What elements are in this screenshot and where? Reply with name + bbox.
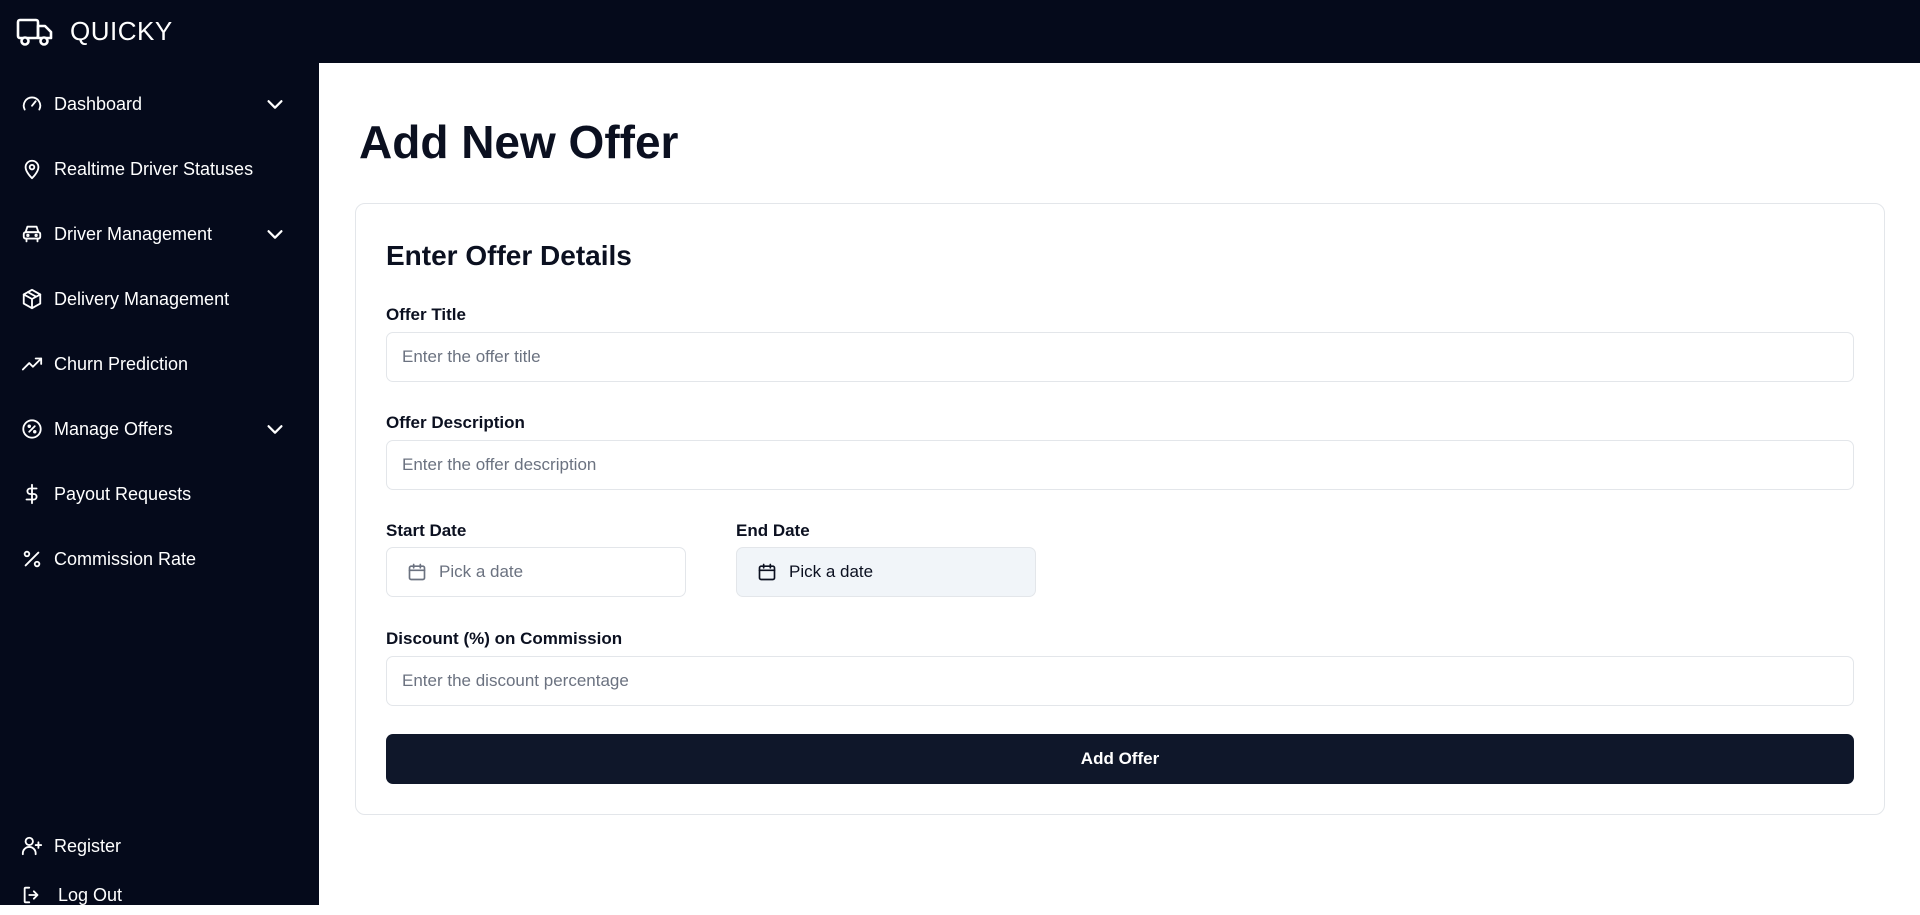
sidebar-item-driver-management[interactable]: Driver Management xyxy=(20,214,286,254)
sidebar-item-label: Delivery Management xyxy=(54,288,230,309)
start-date-label: Start Date xyxy=(386,521,467,540)
trending-icon xyxy=(20,352,44,376)
offer-title-label: Offer Title xyxy=(386,305,466,324)
card-title: Enter Offer Details xyxy=(386,240,632,271)
end-date-label: End Date xyxy=(736,521,810,540)
offer-title-input[interactable] xyxy=(386,332,1854,382)
offer-description-input[interactable] xyxy=(386,440,1854,490)
sidebar-item-label: Churn Prediction xyxy=(54,353,189,374)
truck-icon xyxy=(16,17,54,47)
start-date-text: Pick a date xyxy=(439,562,524,581)
end-date-picker[interactable]: Pick a date xyxy=(736,547,1036,597)
calendar-icon xyxy=(407,562,427,582)
sidebar-item-label: Payout Requests xyxy=(54,483,192,504)
start-date-picker[interactable]: Pick a date xyxy=(386,547,686,597)
percent-icon xyxy=(20,547,44,571)
sidebar-item-label: Register xyxy=(54,835,122,856)
chevron-down-icon[interactable] xyxy=(264,418,286,440)
log-out-icon xyxy=(20,883,44,907)
calendar-icon xyxy=(757,562,777,582)
app-title: QUICKY xyxy=(70,16,173,46)
sidebar-item-payout-requests[interactable]: Payout Requests xyxy=(20,474,286,514)
map-pin-icon xyxy=(20,157,44,181)
discount-input[interactable] xyxy=(386,656,1854,706)
sidebar-item-manage-offers[interactable]: Manage Offers xyxy=(20,409,286,449)
user-plus-icon xyxy=(20,834,44,858)
sidebar-item-log-out[interactable]: Log Out xyxy=(20,875,286,915)
add-offer-button[interactable]: Add Offer xyxy=(386,734,1854,784)
sidebar-item-register[interactable]: Register xyxy=(20,826,286,866)
end-date-text: Pick a date xyxy=(789,562,874,581)
sidebar-item-label: Log Out xyxy=(58,884,123,905)
sidebar-item-delivery-management[interactable]: Delivery Management xyxy=(20,279,286,319)
sidebar-item-label: Driver Management xyxy=(54,223,213,244)
page-title: Add New Offer xyxy=(359,116,679,168)
top-bar: QUICKY xyxy=(0,0,1920,63)
sidebar-item-dashboard[interactable]: Dashboard xyxy=(20,84,286,124)
sidebar: Dashboard Realtime Driver Statuses Drive… xyxy=(0,63,319,905)
badge-percent-icon xyxy=(20,417,44,441)
discount-label: Discount (%) on Commission xyxy=(386,629,623,648)
chevron-down-icon[interactable] xyxy=(264,93,286,115)
sidebar-item-label: Realtime Driver Statuses xyxy=(54,158,254,179)
package-icon xyxy=(20,287,44,311)
offer-description-label: Offer Description xyxy=(386,413,525,432)
car-icon xyxy=(20,222,44,246)
sidebar-item-label: Dashboard xyxy=(54,93,143,114)
dollar-icon xyxy=(20,482,44,506)
gauge-icon xyxy=(20,92,44,116)
sidebar-item-label: Commission Rate xyxy=(54,548,197,569)
offer-form-card: Enter Offer Details Offer Title Offer De… xyxy=(355,203,1885,815)
sidebar-item-label: Manage Offers xyxy=(54,418,173,439)
sidebar-item-commission-rate[interactable]: Commission Rate xyxy=(20,539,286,579)
main-content: Add New Offer Enter Offer Details Offer … xyxy=(319,63,1920,905)
sidebar-item-churn-prediction[interactable]: Churn Prediction xyxy=(20,344,286,384)
chevron-down-icon[interactable] xyxy=(264,223,286,245)
sidebar-item-realtime-driver-statuses[interactable]: Realtime Driver Statuses xyxy=(20,149,286,189)
